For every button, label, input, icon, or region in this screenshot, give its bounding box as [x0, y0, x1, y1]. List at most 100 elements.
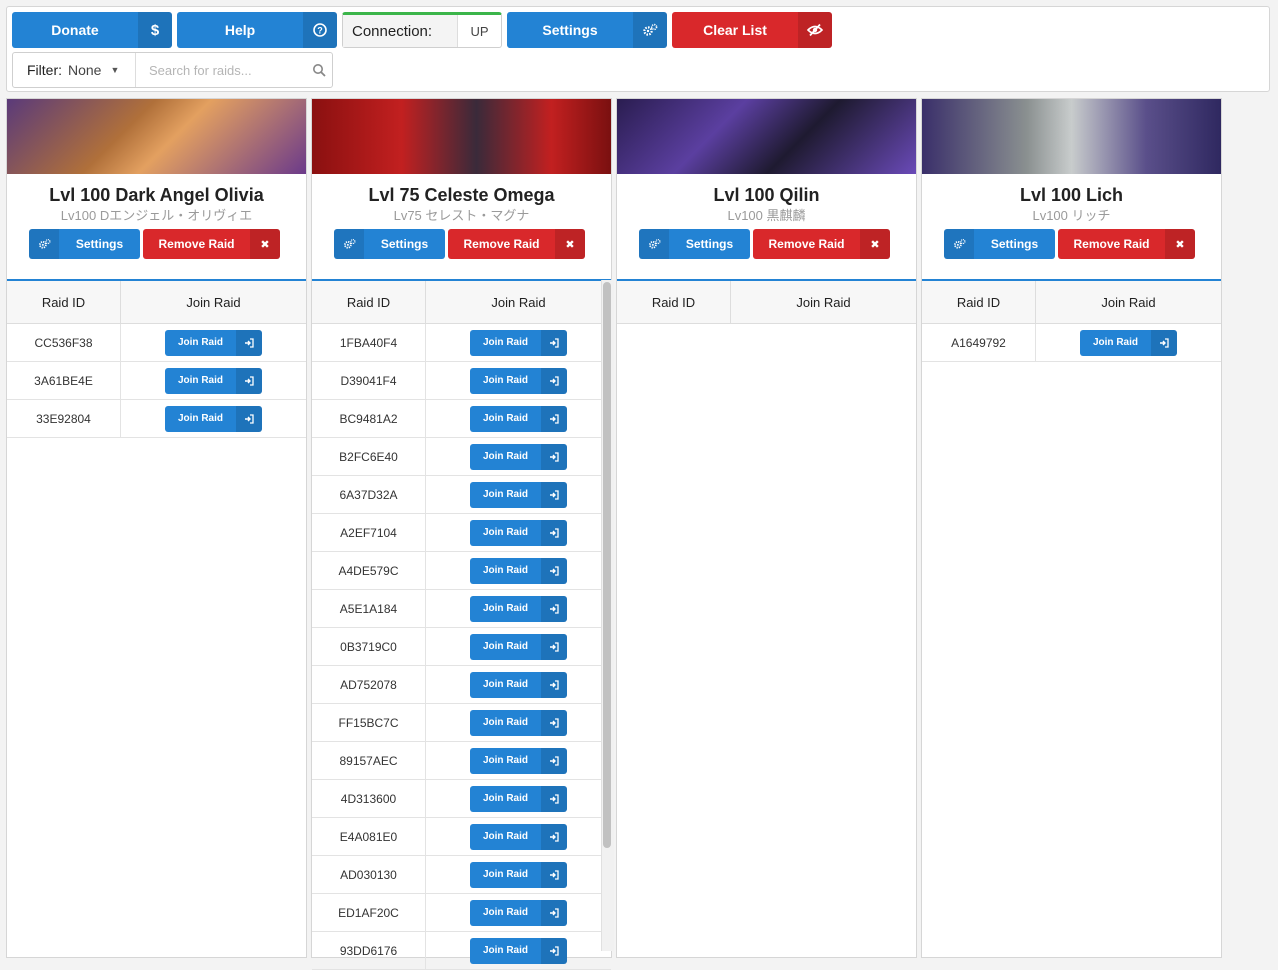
join-cell: Join Raid — [121, 362, 306, 399]
join-raid-button[interactable]: Join Raid — [470, 747, 567, 774]
question-circle-icon: ? — [303, 12, 337, 48]
clear-list-button[interactable]: Clear List — [672, 12, 832, 48]
filter-bar: Filter: None ▼ Search for raids... — [12, 52, 333, 88]
sign-in-icon — [541, 367, 567, 394]
settings-button[interactable]: Settings — [507, 12, 667, 48]
raid-column: Lvl 100 Dark Angel Olivia Lv100 Dエンジェル・オ… — [6, 98, 307, 958]
raid-settings-label: Settings — [380, 237, 429, 251]
table-row: B2FC6E40 Join Raid — [312, 438, 611, 476]
join-raid-button[interactable]: Join Raid — [470, 443, 567, 470]
raid-settings-label: Settings — [75, 237, 124, 251]
raid-id-header: Raid ID — [312, 281, 426, 323]
join-raid-button[interactable]: Join Raid — [470, 481, 567, 508]
remove-raid-button[interactable]: Remove Raid ✖ — [1058, 229, 1195, 259]
sign-in-icon — [541, 823, 567, 850]
clear-list-label: Clear List — [703, 22, 767, 38]
raid-id-cell: B2FC6E40 — [312, 438, 426, 475]
table-header: Raid ID Join Raid — [312, 281, 611, 324]
table-header: Raid ID Join Raid — [7, 281, 306, 324]
raid-settings-button[interactable]: Settings — [29, 229, 140, 259]
raid-title: Lvl 75 Celeste Omega — [368, 185, 555, 205]
raid-id-cell: D39041F4 — [312, 362, 426, 399]
raid-actions: Settings Remove Raid ✖ — [617, 229, 916, 259]
table-row: D39041F4 Join Raid — [312, 362, 611, 400]
sign-in-icon — [236, 405, 262, 432]
join-cell: Join Raid — [426, 742, 611, 779]
table-row: BC9481A2 Join Raid — [312, 400, 611, 438]
column-scrollbar-thumb[interactable] — [603, 282, 611, 848]
join-raid-button[interactable]: Join Raid — [1080, 329, 1177, 356]
join-raid-button[interactable]: Join Raid — [470, 709, 567, 736]
raid-settings-button[interactable]: Settings — [639, 229, 750, 259]
table-row: 1FBA40F4 Join Raid — [312, 324, 611, 362]
sign-in-icon — [541, 519, 567, 546]
join-raid-label: Join Raid — [177, 337, 223, 348]
sign-in-icon — [541, 329, 567, 356]
gears-icon — [29, 229, 59, 259]
join-raid-label: Join Raid — [482, 679, 528, 690]
donate-button[interactable]: Donate $ — [12, 12, 172, 48]
join-raid-button[interactable]: Join Raid — [470, 823, 567, 850]
join-raid-button[interactable]: Join Raid — [470, 671, 567, 698]
join-raid-label: Join Raid — [482, 717, 528, 728]
table-row: FF15BC7C Join Raid — [312, 704, 611, 742]
raid-actions: Settings Remove Raid ✖ — [922, 229, 1221, 259]
join-cell: Join Raid — [426, 780, 611, 817]
gears-icon — [639, 229, 669, 259]
sign-in-icon — [541, 443, 567, 470]
close-icon: ✖ — [555, 229, 585, 259]
boss-banner-image — [312, 99, 611, 174]
join-raid-label: Join Raid — [482, 375, 528, 386]
raid-settings-button[interactable]: Settings — [944, 229, 1055, 259]
join-raid-button[interactable]: Join Raid — [470, 633, 567, 660]
join-raid-button[interactable]: Join Raid — [470, 405, 567, 432]
join-raid-button[interactable]: Join Raid — [470, 519, 567, 546]
join-raid-label: Join Raid — [482, 907, 528, 918]
raid-subtitle: Lv100 黒麒麟 — [727, 208, 806, 223]
filter-dropdown[interactable]: Filter: None ▼ — [13, 53, 136, 87]
join-raid-button[interactable]: Join Raid — [470, 861, 567, 888]
sign-in-icon — [541, 899, 567, 926]
table-row: AD752078 Join Raid — [312, 666, 611, 704]
join-raid-button[interactable]: Join Raid — [165, 367, 262, 394]
raid-column: Lvl 75 Celeste Omega Lv75 セレスト・マグナ Setti… — [311, 98, 612, 970]
join-raid-button[interactable]: Join Raid — [470, 367, 567, 394]
close-icon: ✖ — [250, 229, 280, 259]
dollar-icon: $ — [138, 12, 172, 48]
sign-in-icon — [541, 557, 567, 584]
sign-in-icon — [541, 861, 567, 888]
raid-id-cell: 6A37D32A — [312, 476, 426, 513]
table-row: 89157AEC Join Raid — [312, 742, 611, 780]
join-raid-label: Join Raid — [482, 793, 528, 804]
help-button[interactable]: Help ? — [177, 12, 337, 48]
search-input[interactable]: Search for raids... — [136, 53, 332, 87]
join-raid-button[interactable]: Join Raid — [470, 785, 567, 812]
join-raid-label: Join Raid — [482, 489, 528, 500]
join-raid-button[interactable]: Join Raid — [165, 405, 262, 432]
raid-settings-button[interactable]: Settings — [334, 229, 445, 259]
join-cell: Join Raid — [426, 438, 611, 475]
remove-raid-button[interactable]: Remove Raid ✖ — [143, 229, 280, 259]
raid-id-cell: AD030130 — [312, 856, 426, 893]
remove-raid-label: Remove Raid — [768, 237, 845, 251]
remove-raid-button[interactable]: Remove Raid ✖ — [753, 229, 890, 259]
join-raid-button[interactable]: Join Raid — [470, 557, 567, 584]
join-raid-label: Join Raid — [1092, 337, 1138, 348]
join-raid-button[interactable]: Join Raid — [165, 329, 262, 356]
raid-actions: Settings Remove Raid ✖ — [312, 229, 611, 259]
table-row: 6A37D32A Join Raid — [312, 476, 611, 514]
join-cell: Join Raid — [426, 590, 611, 627]
join-cell: Join Raid — [121, 324, 306, 361]
sign-in-icon — [541, 405, 567, 432]
join-cell: Join Raid — [426, 704, 611, 741]
raid-id-cell: 89157AEC — [312, 742, 426, 779]
join-raid-button[interactable]: Join Raid — [470, 595, 567, 622]
join-raid-label: Join Raid — [482, 641, 528, 652]
join-raid-button[interactable]: Join Raid — [470, 899, 567, 926]
join-raid-button[interactable]: Join Raid — [470, 329, 567, 356]
remove-raid-button[interactable]: Remove Raid ✖ — [448, 229, 585, 259]
boss-banner-image — [617, 99, 916, 174]
connection-status: Connection: UP — [342, 12, 502, 48]
join-raid-label: Join Raid — [177, 375, 223, 386]
remove-raid-label: Remove Raid — [158, 237, 235, 251]
